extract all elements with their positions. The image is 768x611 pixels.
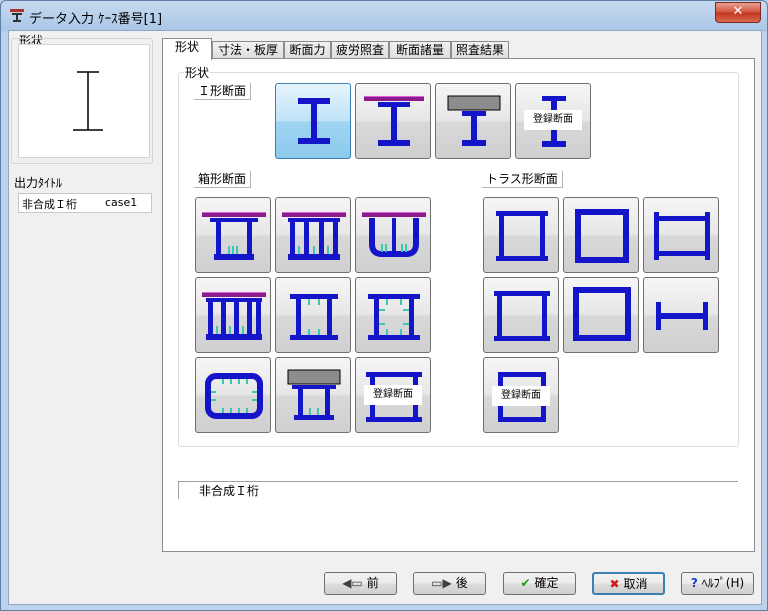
- box-girder-icon: [290, 294, 338, 340]
- dialog-client: 形状 出力ﾀｲﾄﾙ 非合成Ｉ桁 case1 形状 寸法・板厚 断面力 疲労照査 …: [8, 30, 762, 605]
- stiffened-box-girder-icon: [368, 294, 420, 340]
- rounded-box-section-icon: [205, 373, 263, 419]
- next-button-label: 後: [455, 576, 468, 590]
- box-section-label: 箱形断面: [194, 171, 252, 188]
- shape-box-noncomposite-1-button[interactable]: [275, 277, 351, 353]
- cancel-button-label: 取消: [623, 577, 648, 591]
- output-title-value: 非合成Ｉ桁: [22, 198, 77, 211]
- registered-section-label: 登録断面: [524, 110, 582, 130]
- cancel-button[interactable]: ✖ 取消: [592, 572, 665, 595]
- box-girder-slab-icon: [202, 212, 266, 260]
- shape-i-registered-button[interactable]: 登録断面: [515, 83, 591, 159]
- output-case-value: case1: [105, 196, 138, 209]
- shape-box-composite-2-button[interactable]: [275, 197, 351, 273]
- cross-icon: ✖: [609, 577, 620, 591]
- shape-truss-2-button[interactable]: [563, 197, 639, 273]
- prev-button[interactable]: ◀▭ 前: [324, 572, 397, 595]
- next-button[interactable]: ▭▶ 後: [413, 572, 486, 595]
- truss-box-flanged-2-icon: [494, 291, 550, 341]
- shape-box-composite-4-button[interactable]: [195, 277, 271, 353]
- shape-truss-5-button[interactable]: [563, 277, 639, 353]
- shape-truss-3-button[interactable]: [643, 197, 719, 273]
- shape-box-rounded-button[interactable]: [195, 357, 271, 433]
- close-button[interactable]: ✕: [715, 2, 761, 23]
- registered-section-label: 登録断面: [364, 385, 422, 405]
- i-girder-icon: [298, 98, 330, 144]
- shape-truss-registered-button[interactable]: 登録断面: [483, 357, 559, 433]
- shape-box-composite-1-button[interactable]: [195, 197, 271, 273]
- tab-section-properties[interactable]: 断面諸量: [389, 41, 451, 59]
- output-title-field[interactable]: 非合成Ｉ桁 case1: [18, 193, 152, 213]
- shape-i-composite-steel-slab-button[interactable]: [355, 83, 431, 159]
- box-girder-concrete-slab-icon: [287, 369, 341, 420]
- shape-box-noncomposite-2-button[interactable]: [355, 277, 431, 353]
- tab-check-results[interactable]: 照査結果: [451, 41, 509, 59]
- app-icon: [10, 9, 24, 22]
- arrow-right-icon: ▭▶: [431, 576, 452, 590]
- i-girder-steel-slab-icon: [364, 96, 424, 146]
- arrow-left-icon: ◀▭: [342, 576, 363, 590]
- title-bar[interactable]: データ入力 ｹｰｽ番号[1] ✕: [1, 1, 767, 31]
- truss-section-label: トラス形断面: [482, 171, 563, 188]
- i-beam-preview-icon: [73, 71, 103, 131]
- i-section-label: Ｉ形断面: [194, 83, 252, 100]
- tab-fatigue-check[interactable]: 疲労照査: [331, 41, 389, 59]
- shape-group-label: 形状: [184, 64, 211, 81]
- registered-section-label: 登録断面: [492, 386, 550, 406]
- output-title-label: 出力ﾀｲﾄﾙ: [14, 176, 63, 190]
- multi-cell-box-slab-icon: [202, 292, 266, 340]
- shape-i-noncomposite-button[interactable]: [275, 83, 351, 159]
- help-button[interactable]: ? ﾍﾙﾌﾟ(H): [681, 572, 754, 595]
- shape-i-composite-concrete-button[interactable]: [435, 83, 511, 159]
- shape-box-concrete-button[interactable]: [275, 357, 351, 433]
- ok-button-label: 確定: [534, 576, 559, 590]
- truss-box-square-icon: [575, 209, 629, 263]
- shape-truss-4-button[interactable]: [483, 277, 559, 353]
- dialog-window: データ入力 ｹｰｽ番号[1] ✕ 形状 出力ﾀｲﾄﾙ 非合成Ｉ桁 case1 形…: [0, 0, 768, 611]
- prev-button-label: 前: [366, 576, 379, 590]
- truss-h-section-icon: [656, 302, 708, 330]
- shape-box-composite-3-button[interactable]: [355, 197, 431, 273]
- tab-shape[interactable]: 形状: [162, 38, 212, 60]
- shape-truss-1-button[interactable]: [483, 197, 559, 273]
- help-button-label: ﾍﾙﾌﾟ(H): [701, 576, 745, 590]
- truss-box-webs-out-icon: [654, 212, 710, 260]
- ok-button[interactable]: ✔ 確定: [503, 572, 576, 595]
- i-girder-concrete-slab-icon: [447, 95, 501, 146]
- selected-shape-status: 非合成Ｉ桁: [178, 481, 738, 499]
- shape-box-registered-button[interactable]: 登録断面: [355, 357, 431, 433]
- question-icon: ?: [690, 576, 698, 590]
- shape-truss-h-button[interactable]: [643, 277, 719, 353]
- u-box-girder-slab-icon: [362, 212, 426, 257]
- multi-box-girder-slab-icon: [282, 212, 346, 260]
- shape-tab-panel: 形状 Ｉ形断面 箱形断面 トラス形断面 登録断面 登録断面 登録断面 非合成Ｉ桁: [162, 58, 755, 552]
- tab-dimensions[interactable]: 寸法・板厚: [212, 41, 284, 59]
- tab-section-force[interactable]: 断面力: [284, 41, 331, 59]
- shape-preview: [18, 44, 150, 158]
- checkmark-icon: ✔: [520, 576, 531, 590]
- truss-box-square-2-icon: [573, 287, 631, 341]
- window-title: データ入力 ｹｰｽ番号[1]: [29, 12, 163, 27]
- truss-box-flanged-icon: [496, 211, 548, 261]
